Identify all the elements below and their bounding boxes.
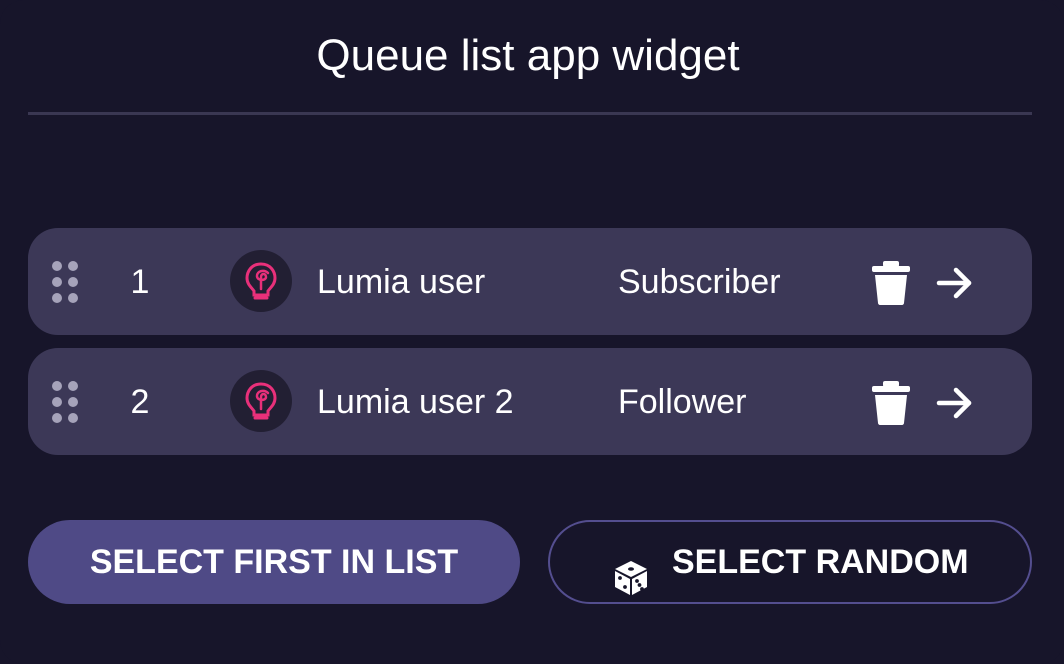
select-random-label: SELECT RANDOM xyxy=(672,543,969,581)
queue-role: Subscriber xyxy=(618,263,781,301)
queue-position: 2 xyxy=(130,383,150,421)
arrow-right-icon[interactable] xyxy=(936,266,974,300)
select-random-button[interactable]: SELECT RANDOM xyxy=(548,520,1032,604)
queue-widget: Queue list app widget 1 Lumia user Subsc… xyxy=(0,0,1064,664)
queue-row: 2 Lumia user 2 Follower xyxy=(28,348,1032,455)
drag-handle-icon[interactable] xyxy=(52,381,80,423)
lumia-lightbulb-icon xyxy=(245,382,277,420)
queue-row: 1 Lumia user Subscriber xyxy=(28,228,1032,335)
queue-username: Lumia user 2 xyxy=(317,383,514,421)
drag-handle-icon[interactable] xyxy=(52,261,80,303)
queue-role: Follower xyxy=(618,383,747,421)
avatar xyxy=(230,250,292,312)
select-first-button[interactable]: SELECT FIRST IN LIST xyxy=(28,520,520,604)
title-divider xyxy=(28,112,1032,115)
widget-title: Queue list app widget xyxy=(316,31,740,80)
dice-icon xyxy=(612,544,650,595)
arrow-right-icon[interactable] xyxy=(936,386,974,420)
trash-icon[interactable] xyxy=(870,261,912,305)
queue-username: Lumia user xyxy=(317,263,486,301)
lumia-lightbulb-icon xyxy=(245,262,277,300)
trash-icon[interactable] xyxy=(870,381,912,425)
queue-position: 1 xyxy=(130,263,150,301)
avatar xyxy=(230,370,292,432)
